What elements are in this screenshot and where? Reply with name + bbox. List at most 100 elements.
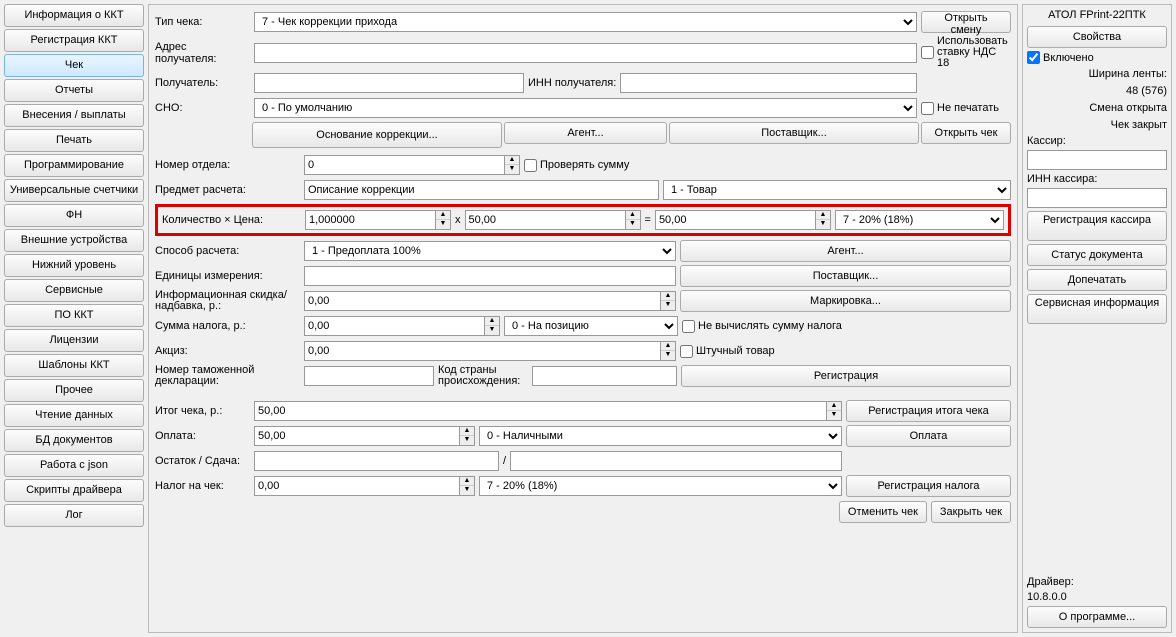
- price-input[interactable]: [465, 210, 625, 230]
- nav-skripty[interactable]: Скрипты драйвера: [4, 479, 144, 502]
- ed-izm-input[interactable]: [304, 266, 676, 286]
- ostatok-input[interactable]: [254, 451, 499, 471]
- itog-cheka-spinner[interactable]: ▲▼: [826, 401, 842, 421]
- nav-log[interactable]: Лог: [4, 504, 144, 527]
- sposob-rasch-select[interactable]: 1 - Предоплата 100%: [304, 241, 676, 261]
- ne-pechatat-label: Не печатать: [937, 102, 999, 114]
- nomer-otdela-input[interactable]: [304, 155, 504, 175]
- nalog-chek-spinner[interactable]: ▲▼: [459, 476, 475, 496]
- tip-cheka-select[interactable]: 7 - Чек коррекции прихода: [254, 12, 917, 32]
- ne-vychislyat-check[interactable]: Не вычислять сумму налога: [682, 320, 842, 333]
- otmenit-chek-button[interactable]: Отменить чек: [839, 501, 927, 523]
- kassir-label: Кассир:: [1027, 135, 1167, 147]
- markirovka-button[interactable]: Маркировка...: [680, 290, 1011, 312]
- price-spinner[interactable]: ▲▼: [625, 210, 641, 230]
- predmet-desc-input[interactable]: [304, 180, 659, 200]
- nav-json[interactable]: Работа с json: [4, 454, 144, 477]
- oplata-button[interactable]: Оплата: [846, 425, 1011, 447]
- otkryt-chek-button[interactable]: Открыть чек: [921, 122, 1011, 144]
- o-programme-button[interactable]: О программе...: [1027, 606, 1167, 628]
- reg-naloga-button[interactable]: Регистрация налога: [846, 475, 1011, 497]
- nav-pechat[interactable]: Печать: [4, 129, 144, 152]
- kod-strany-label: Код страны происхождения:: [438, 365, 528, 387]
- otkryt-smenu-button[interactable]: Открыть смену: [921, 11, 1011, 33]
- adres-poluch-input[interactable]: [254, 43, 917, 63]
- postavshik-button[interactable]: Поставщик...: [680, 265, 1011, 287]
- poluchatel-input[interactable]: [254, 73, 524, 93]
- qty-input[interactable]: [305, 210, 435, 230]
- akciz-input[interactable]: [304, 341, 660, 361]
- nav-reg-kkt[interactable]: Регистрация ККТ: [4, 29, 144, 52]
- nav-bd-doc[interactable]: БД документов: [4, 429, 144, 452]
- kod-strany-input[interactable]: [532, 366, 677, 386]
- nav-chek[interactable]: Чек: [4, 54, 144, 77]
- akciz-spinner[interactable]: ▲▼: [660, 341, 676, 361]
- nav-chtenie[interactable]: Чтение данных: [4, 404, 144, 427]
- isp-nds-checkbox[interactable]: [921, 46, 934, 59]
- nalog-pos-select[interactable]: 0 - На позицию: [504, 316, 678, 336]
- nav-programmirovanie[interactable]: Программирование: [4, 154, 144, 177]
- inn-kassira-input[interactable]: [1027, 188, 1167, 208]
- servisnaya-button[interactable]: Сервисная информация: [1027, 294, 1167, 324]
- nav-servisnye[interactable]: Сервисные: [4, 279, 144, 302]
- predmet-type-select[interactable]: 1 - Товар: [663, 180, 1011, 200]
- postavshik-top-button[interactable]: Поставщик...: [669, 122, 919, 144]
- ne-pechatat-checkbox[interactable]: [921, 102, 934, 115]
- agent-button[interactable]: Агент...: [680, 240, 1011, 262]
- summa-naloga-label: Сумма налога, р.:: [155, 320, 300, 332]
- reg-itoga-button[interactable]: Регистрация итога чека: [846, 400, 1011, 422]
- summa-naloga-spinner[interactable]: ▲▼: [484, 316, 500, 336]
- zakryt-chek-button[interactable]: Закрыть чек: [931, 501, 1011, 523]
- isp-nds-check[interactable]: Использовать ставку НДС 18: [921, 36, 1011, 69]
- adres-poluch-label: Адрес получателя:: [155, 41, 250, 65]
- osnovanie-button[interactable]: Основание коррекции...: [252, 122, 502, 148]
- shtuchny-checkbox[interactable]: [680, 345, 693, 358]
- sposob-rasch-label: Способ расчета:: [155, 245, 300, 257]
- sum-input[interactable]: [655, 210, 815, 230]
- reg-kassira-button[interactable]: Регистрация кассира: [1027, 211, 1167, 241]
- nalog-na-chek-label: Налог на чек:: [155, 480, 250, 492]
- agent-top-button[interactable]: Агент...: [504, 122, 667, 144]
- sno-select[interactable]: 0 - По умолчанию: [254, 98, 917, 118]
- itog-cheka-input[interactable]: [254, 401, 826, 421]
- oplata-input[interactable]: [254, 426, 459, 446]
- nav-nizhniy[interactable]: Нижний уровень: [4, 254, 144, 277]
- dopechatat-button[interactable]: Допечатать: [1027, 269, 1167, 291]
- kassir-input[interactable]: [1027, 150, 1167, 170]
- proveryat-summu-checkbox[interactable]: [524, 159, 537, 172]
- oplata-type-select[interactable]: 0 - Наличными: [479, 426, 842, 446]
- nav-otchety[interactable]: Отчеты: [4, 79, 144, 102]
- ne-pechatat-check[interactable]: Не печатать: [921, 102, 1011, 115]
- sdacha-input[interactable]: [510, 451, 842, 471]
- inf-skidka-label: Информационная скидка/надбавка, р.:: [155, 290, 300, 312]
- qty-spinner[interactable]: ▲▼: [435, 210, 451, 230]
- nav-vneseniya[interactable]: Внесения / выплаты: [4, 104, 144, 127]
- inf-skidka-input[interactable]: [304, 291, 660, 311]
- nav-po-kkt[interactable]: ПО ККТ: [4, 304, 144, 327]
- nav-shablony[interactable]: Шаблоны ККТ: [4, 354, 144, 377]
- nomer-tamozh-input[interactable]: [304, 366, 434, 386]
- nav-licenzii[interactable]: Лицензии: [4, 329, 144, 352]
- shtuchny-check[interactable]: Штучный товар: [680, 345, 775, 358]
- nomer-otdela-spinner[interactable]: ▲▼: [504, 155, 520, 175]
- inf-skidka-spinner[interactable]: ▲▼: [660, 291, 676, 311]
- inn-poluch-input[interactable]: [620, 73, 917, 93]
- sum-spinner[interactable]: ▲▼: [815, 210, 831, 230]
- nav-schetchiki[interactable]: Универсальные счетчики: [4, 179, 144, 202]
- status-doc-button[interactable]: Статус документа: [1027, 244, 1167, 266]
- nalog-chek-type-select[interactable]: 7 - 20% (18%): [479, 476, 842, 496]
- ne-vychislyat-checkbox[interactable]: [682, 320, 695, 333]
- nalog-chek-input[interactable]: [254, 476, 459, 496]
- vat-select[interactable]: 7 - 20% (18%): [835, 210, 1004, 230]
- nav-fn[interactable]: ФН: [4, 204, 144, 227]
- vklyucheno-check[interactable]: Включено: [1027, 51, 1167, 64]
- summa-naloga-input[interactable]: [304, 316, 484, 336]
- svoistva-button[interactable]: Свойства: [1027, 26, 1167, 48]
- vklyucheno-checkbox[interactable]: [1027, 51, 1040, 64]
- nav-info-kkt[interactable]: Информация о ККТ: [4, 4, 144, 27]
- nav-vneshnie[interactable]: Внешние устройства: [4, 229, 144, 252]
- oplata-spinner[interactable]: ▲▼: [459, 426, 475, 446]
- nav-prochee[interactable]: Прочее: [4, 379, 144, 402]
- proveryat-summu-check[interactable]: Проверять сумму: [524, 159, 629, 172]
- registraciya-button[interactable]: Регистрация: [681, 365, 1011, 387]
